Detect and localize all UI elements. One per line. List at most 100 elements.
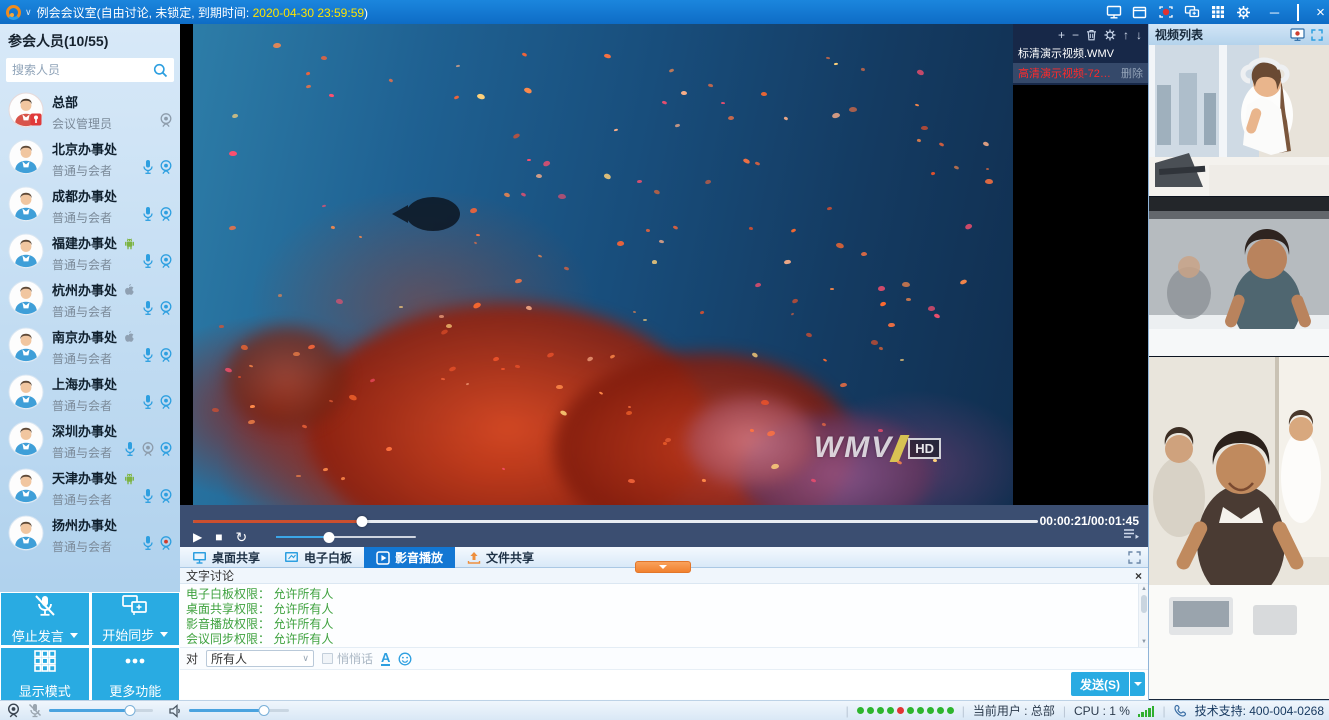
participant-row[interactable]: 扬州办事处 普通与会者: [0, 510, 180, 557]
mic-icon[interactable]: [123, 441, 137, 457]
search-box[interactable]: [6, 58, 174, 82]
fish-decor: [273, 42, 281, 48]
expand-videos-icon[interactable]: [1311, 29, 1323, 41]
participant-row[interactable]: 天津办事处 普通与会者: [0, 463, 180, 510]
video-content[interactable]: WMV HD: [193, 24, 1013, 505]
participant-row[interactable]: 福建办事处 普通与会者: [0, 228, 180, 275]
camera-icon[interactable]: [159, 159, 173, 175]
feature-tab[interactable]: 电子白板: [272, 547, 364, 568]
participant-row[interactable]: 成都办事处 普通与会者: [0, 181, 180, 228]
mic-icon[interactable]: [141, 488, 155, 504]
camera-icon[interactable]: [159, 488, 173, 504]
feature-tab[interactable]: 文件共享: [455, 547, 546, 568]
video-thumbnail-2[interactable]: [1149, 197, 1329, 357]
mic-icon[interactable]: [141, 535, 155, 551]
minimize-button[interactable]: ─: [1266, 5, 1283, 20]
close-button[interactable]: ×: [1312, 4, 1329, 21]
action-button[interactable]: 显示模式: [1, 648, 89, 700]
scrollbar-thumb[interactable]: [1141, 595, 1147, 613]
broadcast-video-icon[interactable]: [1290, 28, 1305, 41]
camera-icon[interactable]: [159, 394, 173, 410]
chat-scrollbar[interactable]: ▲ ▼: [1138, 584, 1148, 647]
message-input[interactable]: [180, 670, 1082, 699]
speaker-volume-slider[interactable]: [189, 709, 289, 712]
action-button[interactable]: 更多功能: [92, 648, 180, 700]
mic-icon[interactable]: [141, 253, 155, 269]
playlist-trash-icon[interactable]: [1086, 29, 1097, 41]
participant-row[interactable]: 北京办事处 普通与会者: [0, 134, 180, 181]
camera-red-icon[interactable]: [159, 535, 173, 551]
video-progress-track[interactable]: [193, 520, 1038, 523]
mic-icon[interactable]: [141, 394, 155, 410]
record-icon[interactable]: [1157, 4, 1174, 20]
mic-volume-handle[interactable]: [125, 705, 136, 716]
mic-icon[interactable]: [141, 347, 155, 363]
checkbox-icon[interactable]: [322, 653, 333, 664]
camera-icon[interactable]: [159, 347, 173, 363]
mic-icon[interactable]: [141, 206, 155, 222]
action-button[interactable]: 停止发言: [1, 593, 89, 645]
participant-row[interactable]: 深圳办事处 普通与会者: [0, 416, 180, 463]
send-dropdown[interactable]: [1130, 672, 1145, 696]
mic-icon[interactable]: [141, 159, 155, 175]
playlist-toggle-icon[interactable]: [1123, 526, 1139, 544]
camera-icon[interactable]: [159, 300, 173, 316]
playlist-item[interactable]: 高清演示视频-720P.wmv 删除: [1013, 63, 1148, 83]
replay-button[interactable]: ↻: [235, 530, 247, 544]
font-style-button[interactable]: A: [381, 652, 390, 666]
playlist-settings-icon[interactable]: [1104, 29, 1116, 41]
camera-icon[interactable]: [159, 253, 173, 269]
volume-track[interactable]: [276, 536, 416, 538]
video-progress-handle[interactable]: [357, 516, 368, 527]
chat-close-icon[interactable]: ×: [1135, 570, 1142, 582]
participant-row[interactable]: 南京办事处 普通与会者: [0, 322, 180, 369]
maximize-button[interactable]: [1289, 5, 1306, 20]
volume-handle[interactable]: [324, 532, 335, 543]
emoji-button[interactable]: [398, 652, 412, 666]
settings-gear-icon[interactable]: [1235, 4, 1252, 20]
playlist-move-up-icon[interactable]: ↑: [1123, 29, 1129, 41]
participant-row[interactable]: 上海办事处 普通与会者: [0, 369, 180, 416]
search-icon[interactable]: [153, 63, 168, 78]
apps-grid-icon[interactable]: [1209, 4, 1226, 20]
search-input[interactable]: [12, 63, 153, 77]
video-thumbnail-1[interactable]: [1149, 45, 1329, 197]
local-camera-icon[interactable]: [6, 703, 21, 718]
send-button[interactable]: 发送(S): [1071, 672, 1145, 696]
playlist-remove-icon[interactable]: −: [1072, 29, 1079, 41]
camera-icon[interactable]: [159, 206, 173, 222]
whisper-checkbox[interactable]: 悄悄话: [322, 650, 373, 667]
playlist-move-down-icon[interactable]: ↓: [1136, 29, 1142, 41]
speaker-volume-handle[interactable]: [259, 705, 270, 716]
recipient-select[interactable]: 所有人 ∨: [206, 650, 314, 667]
dropdown-caret-icon[interactable]: [160, 632, 168, 637]
mic-muted-icon[interactable]: [28, 703, 42, 718]
playlist-item[interactable]: 标清演示视频.WMV: [1013, 43, 1148, 63]
feature-tab[interactable]: 桌面共享: [180, 547, 272, 568]
window-mode-icon[interactable]: [1131, 4, 1148, 20]
video-thumbnail-3[interactable]: [1149, 357, 1329, 699]
mic-icon[interactable]: [141, 300, 155, 316]
participant-row[interactable]: 总部 会议管理员: [0, 87, 180, 134]
network-cascade-icon[interactable]: [1183, 4, 1200, 20]
speaker-icon[interactable]: [168, 704, 182, 718]
dropdown-caret-icon[interactable]: [70, 633, 78, 638]
chat-collapse-handle[interactable]: [635, 561, 691, 573]
fish-decor: [917, 68, 926, 75]
feature-tab[interactable]: 影音播放: [364, 547, 455, 568]
screen-share-icon[interactable]: [1105, 4, 1122, 20]
action-button[interactable]: 开始同步: [92, 593, 180, 645]
camera-gray-icon[interactable]: [141, 441, 155, 457]
playlist-add-icon[interactable]: +: [1058, 29, 1065, 41]
expand-panel-icon[interactable]: [1128, 551, 1141, 569]
stop-button[interactable]: ■: [215, 531, 222, 543]
send-button-label[interactable]: 发送(S): [1071, 672, 1129, 696]
camera-gray-icon[interactable]: [159, 112, 173, 128]
playlist-delete-link[interactable]: 删除: [1121, 65, 1143, 81]
participant-row[interactable]: 杭州办事处 普通与会者: [0, 275, 180, 322]
avatar-user-icon: [8, 421, 44, 457]
logo-chevron-icon[interactable]: ∨: [25, 7, 32, 18]
play-button[interactable]: ▶: [193, 531, 202, 543]
mic-volume-slider[interactable]: [49, 709, 153, 712]
camera-icon[interactable]: [159, 441, 173, 457]
